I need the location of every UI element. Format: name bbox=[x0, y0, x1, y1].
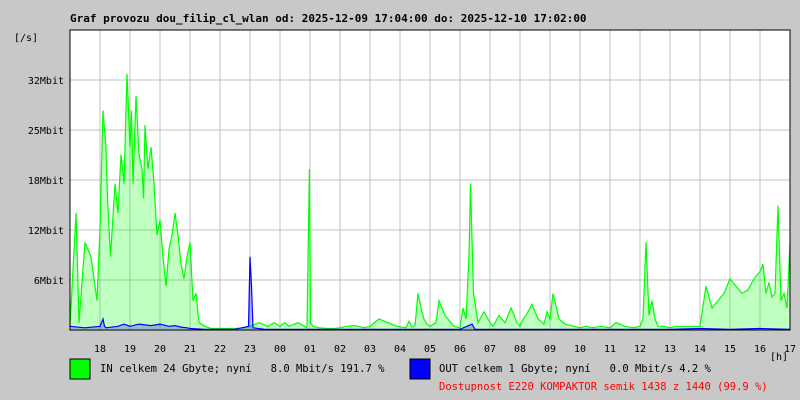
x-tick-label: 11 bbox=[604, 344, 616, 355]
legend-in-text: IN celkem 24 Gbyte; nyní 8.0 Mbit/s 191.… bbox=[100, 363, 385, 375]
x-tick-label: 15 bbox=[724, 344, 736, 355]
traffic-chart: Graf provozu dou_filip_cl_wlan od: 2025-… bbox=[14, 12, 796, 393]
legend-out-text: OUT celkem 1 Gbyte; nyní 0.0 Mbit/s 4.2 … bbox=[439, 363, 712, 375]
x-tick-label: 09 bbox=[544, 344, 556, 355]
x-tick-label: 05 bbox=[424, 344, 436, 355]
x-tick-label: 07 bbox=[484, 344, 496, 355]
y-tick-label: 32Mbit bbox=[28, 76, 64, 87]
x-tick-label: 20 bbox=[154, 344, 166, 355]
x-tick-label: 23 bbox=[244, 344, 256, 355]
x-tick-label: 14 bbox=[694, 344, 706, 355]
x-tick-label: 06 bbox=[454, 344, 466, 355]
x-tick-label: 01 bbox=[304, 344, 316, 355]
y-axis-ticks: 6Mbit 12Mbit 18Mbit 25Mbit 32Mbit bbox=[28, 76, 64, 287]
x-tick-label: 22 bbox=[214, 344, 226, 355]
x-tick-label: 12 bbox=[634, 344, 646, 355]
x-tick-label: 16 bbox=[754, 344, 766, 355]
y-axis-unit-label: [/s] bbox=[14, 33, 38, 44]
x-tick-label: 02 bbox=[334, 344, 346, 355]
x-tick-label: 13 bbox=[664, 344, 676, 355]
x-tick-label: 04 bbox=[394, 344, 406, 355]
x-tick-label: 21 bbox=[184, 344, 196, 355]
x-tick-label: 08 bbox=[514, 344, 526, 355]
x-tick-label: 03 bbox=[364, 344, 376, 355]
x-axis-ticks: 18 19 20 21 22 23 00 01 02 03 04 05 06 07 08 09 10 11 12 13… bbox=[94, 344, 796, 355]
y-tick-label: 12Mbit bbox=[28, 226, 64, 237]
y-tick-label: 18Mbit bbox=[28, 176, 64, 187]
y-tick-label: 25Mbit bbox=[28, 126, 64, 137]
chart-title: Graf provozu dou_filip_cl_wlan od: 2025-… bbox=[70, 12, 587, 25]
x-tick-label: 19 bbox=[124, 344, 136, 355]
legend-out-swatch bbox=[409, 358, 431, 380]
legend-in-swatch bbox=[69, 358, 91, 380]
y-tick-label: 6Mbit bbox=[34, 276, 64, 287]
x-tick-label: 10 bbox=[574, 344, 586, 355]
x-axis-unit-label: [h] bbox=[770, 352, 788, 363]
availability-text: Dostupnost E220 KOMPAKTOR semik 1438 z 1… bbox=[439, 381, 768, 393]
x-tick-label: 18 bbox=[94, 344, 106, 355]
x-tick-label: 00 bbox=[274, 344, 286, 355]
